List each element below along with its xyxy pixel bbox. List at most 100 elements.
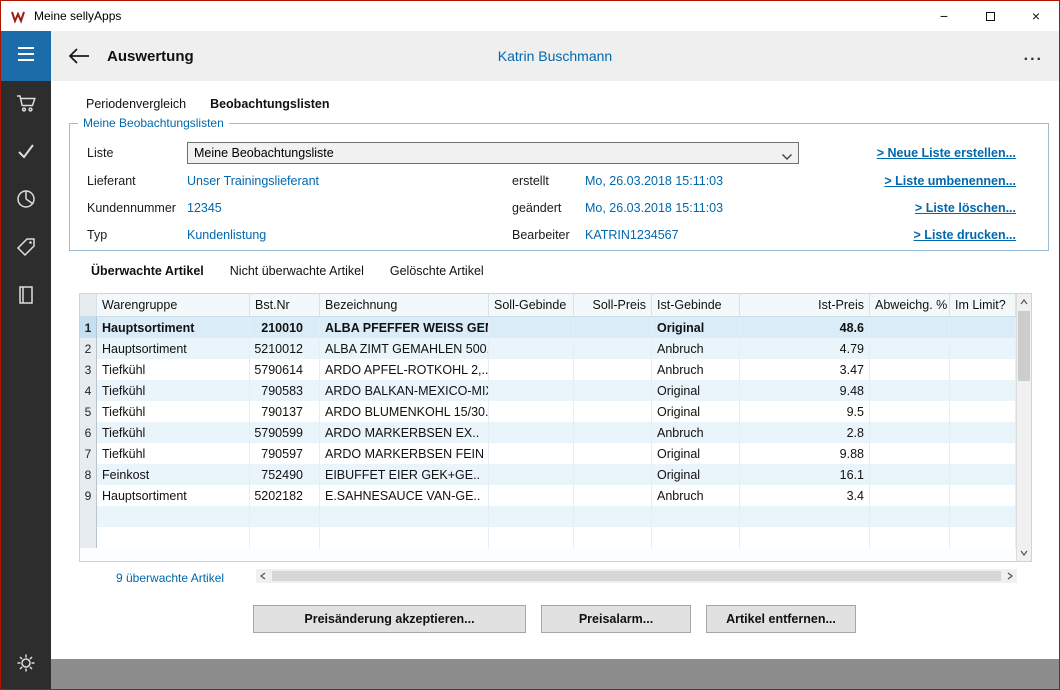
- table-header-row: Warengruppe Bst.Nr Bezeichnung Soll-Gebi…: [80, 294, 1016, 317]
- table-row[interactable]: 2 Hauptsortiment 5210012 ALBA ZIMT GEMAH…: [80, 338, 1031, 359]
- header-im-limit[interactable]: Im Limit?: [950, 294, 1016, 316]
- cell-im-limit: [950, 401, 1016, 422]
- sidebar-item-prices[interactable]: [1, 225, 51, 273]
- cell-warengruppe: Feinkost: [97, 464, 250, 485]
- typ-value: Kundenlistung: [187, 228, 512, 242]
- vertical-scrollbar[interactable]: [1016, 294, 1031, 561]
- gear-icon: [15, 652, 37, 679]
- cell-soll-preis: [574, 485, 652, 506]
- maximize-button[interactable]: [967, 1, 1013, 31]
- list-select[interactable]: Meine Beobachtungsliste: [187, 142, 799, 164]
- tab-geloeschte-artikel[interactable]: Gelöschte Artikel: [390, 264, 484, 278]
- sidebar-item-catalog[interactable]: [1, 273, 51, 321]
- tab-periodenvergleich[interactable]: Periodenvergleich: [86, 97, 186, 111]
- row-number: 8: [80, 464, 97, 485]
- vertical-scroll-thumb[interactable]: [1018, 311, 1030, 381]
- cell-abweichg: [870, 380, 950, 401]
- header-rownum: [80, 294, 97, 316]
- cell-soll-gebinde: [489, 443, 574, 464]
- minimize-button[interactable]: −: [921, 1, 967, 31]
- menu-icon: [15, 43, 37, 70]
- header-ist-gebinde[interactable]: Ist-Gebinde: [652, 294, 740, 316]
- cell-warengruppe: Hauptsortiment: [97, 485, 250, 506]
- table-row[interactable]: 7 Tiefkühl 790597 ARDO MARKERBSEN FEIN .…: [80, 443, 1031, 464]
- horizontal-scroll-thumb[interactable]: [272, 571, 1001, 581]
- tab-beobachtungslisten[interactable]: Beobachtungslisten: [210, 97, 329, 111]
- cell-warengruppe: Hauptsortiment: [97, 317, 250, 338]
- typ-label: Typ: [87, 228, 187, 242]
- link-liste-umbenennen[interactable]: > Liste umbenennen...: [884, 174, 1016, 188]
- cell-ist-preis: 48.6: [740, 317, 870, 338]
- cell-im-limit: [950, 422, 1016, 443]
- table-row[interactable]: 9 Hauptsortiment 5202182 E.SAHNESAUCE VA…: [80, 485, 1031, 506]
- table-row[interactable]: 4 Tiefkühl 790583 ARDO BALKAN-MEXICO-MIX…: [80, 380, 1031, 401]
- empty-row: [80, 527, 1031, 548]
- cell-soll-preis: [574, 401, 652, 422]
- header-soll-preis[interactable]: Soll-Preis: [574, 294, 652, 316]
- header-warengruppe[interactable]: Warengruppe: [97, 294, 250, 316]
- cell-warengruppe: Tiefkühl: [97, 401, 250, 422]
- scroll-down-icon[interactable]: [1017, 546, 1031, 560]
- kundennummer-label: Kundennummer: [87, 201, 187, 215]
- horizontal-scrollbar[interactable]: [256, 569, 1017, 583]
- empty-cell: [250, 527, 320, 548]
- empty-cell: [740, 506, 870, 527]
- table-row[interactable]: 8 Feinkost 752490 EIBUFFET EIER GEK+GE..…: [80, 464, 1031, 485]
- erstellt-value: Mo, 26.03.2018 15:11:03: [585, 174, 723, 188]
- link-liste-loeschen[interactable]: > Liste löschen...: [915, 201, 1016, 215]
- cell-soll-preis: [574, 338, 652, 359]
- row-number: [80, 527, 97, 548]
- sidebar-item-orders[interactable]: [1, 81, 51, 129]
- empty-cell: [250, 506, 320, 527]
- empty-row: [80, 506, 1031, 527]
- header-bstnr[interactable]: Bst.Nr: [250, 294, 320, 316]
- close-button[interactable]: ×: [1013, 1, 1059, 31]
- sidebar-item-analysis[interactable]: [1, 177, 51, 225]
- groupbox-legend: Meine Beobachtungslisten: [78, 116, 229, 130]
- cell-ist-preis: 16.1: [740, 464, 870, 485]
- more-button[interactable]: ...: [1024, 52, 1043, 60]
- row-number: 5: [80, 401, 97, 422]
- cell-soll-preis: [574, 380, 652, 401]
- table-row[interactable]: 5 Tiefkühl 790137 ARDO BLUMENKOHL 15/30.…: [80, 401, 1031, 422]
- sidebar-item-confirm[interactable]: [1, 129, 51, 177]
- page-header: Auswertung Katrin Buschmann ...: [51, 31, 1059, 81]
- link-neue-liste[interactable]: > Neue Liste erstellen...: [877, 146, 1016, 160]
- header-abweichg[interactable]: Abweichg. %: [870, 294, 950, 316]
- link-liste-drucken[interactable]: > Liste drucken...: [914, 228, 1016, 242]
- header-bezeichnung[interactable]: Bezeichnung: [320, 294, 489, 316]
- empty-cell: [320, 527, 489, 548]
- cell-ist-preis: 2.8: [740, 422, 870, 443]
- sidebar-item-settings[interactable]: [1, 641, 51, 689]
- cell-soll-gebinde: [489, 464, 574, 485]
- table-row[interactable]: 6 Tiefkühl 5790599 ARDO MARKERBSEN EX.. …: [80, 422, 1031, 443]
- cell-abweichg: [870, 401, 950, 422]
- cell-ist-gebinde: Original: [652, 380, 740, 401]
- scroll-right-icon[interactable]: [1003, 569, 1017, 583]
- table-row[interactable]: 3 Tiefkühl 5790614 ARDO APFEL-ROTKOHL 2,…: [80, 359, 1031, 380]
- cell-bstnr: 210010: [250, 317, 320, 338]
- cell-warengruppe: Hauptsortiment: [97, 338, 250, 359]
- lieferant-label: Lieferant: [87, 174, 187, 188]
- close-icon: ×: [1032, 8, 1040, 24]
- back-button[interactable]: [67, 47, 91, 65]
- artikel-entfernen-button[interactable]: Artikel entfernen...: [706, 605, 856, 633]
- cell-bstnr: 5790599: [250, 422, 320, 443]
- sidebar-item-menu[interactable]: [1, 31, 51, 81]
- geaendert-value: Mo, 26.03.2018 15:11:03: [585, 201, 723, 215]
- row-number: 6: [80, 422, 97, 443]
- header-soll-gebinde[interactable]: Soll-Gebinde: [489, 294, 574, 316]
- header-ist-preis[interactable]: Ist-Preis: [740, 294, 870, 316]
- bearbeiter-value: KATRIN1234567: [585, 228, 679, 242]
- scroll-up-icon[interactable]: [1017, 295, 1031, 309]
- table-row[interactable]: 1 Hauptsortiment 210010 ALBA PFEFFER WEI…: [80, 317, 1031, 338]
- empty-cell: [574, 506, 652, 527]
- empty-cell: [870, 527, 950, 548]
- cell-ist-preis: 9.48: [740, 380, 870, 401]
- tab-nicht-ueberwachte-artikel[interactable]: Nicht überwachte Artikel: [230, 264, 364, 278]
- scroll-left-icon[interactable]: [256, 569, 270, 583]
- preisaenderung-akzeptieren-button[interactable]: Preisänderung akzeptieren...: [253, 605, 526, 633]
- tab-ueberwachte-artikel[interactable]: Überwachte Artikel: [91, 264, 204, 278]
- preisalarm-button[interactable]: Preisalarm...: [541, 605, 691, 633]
- cell-abweichg: [870, 485, 950, 506]
